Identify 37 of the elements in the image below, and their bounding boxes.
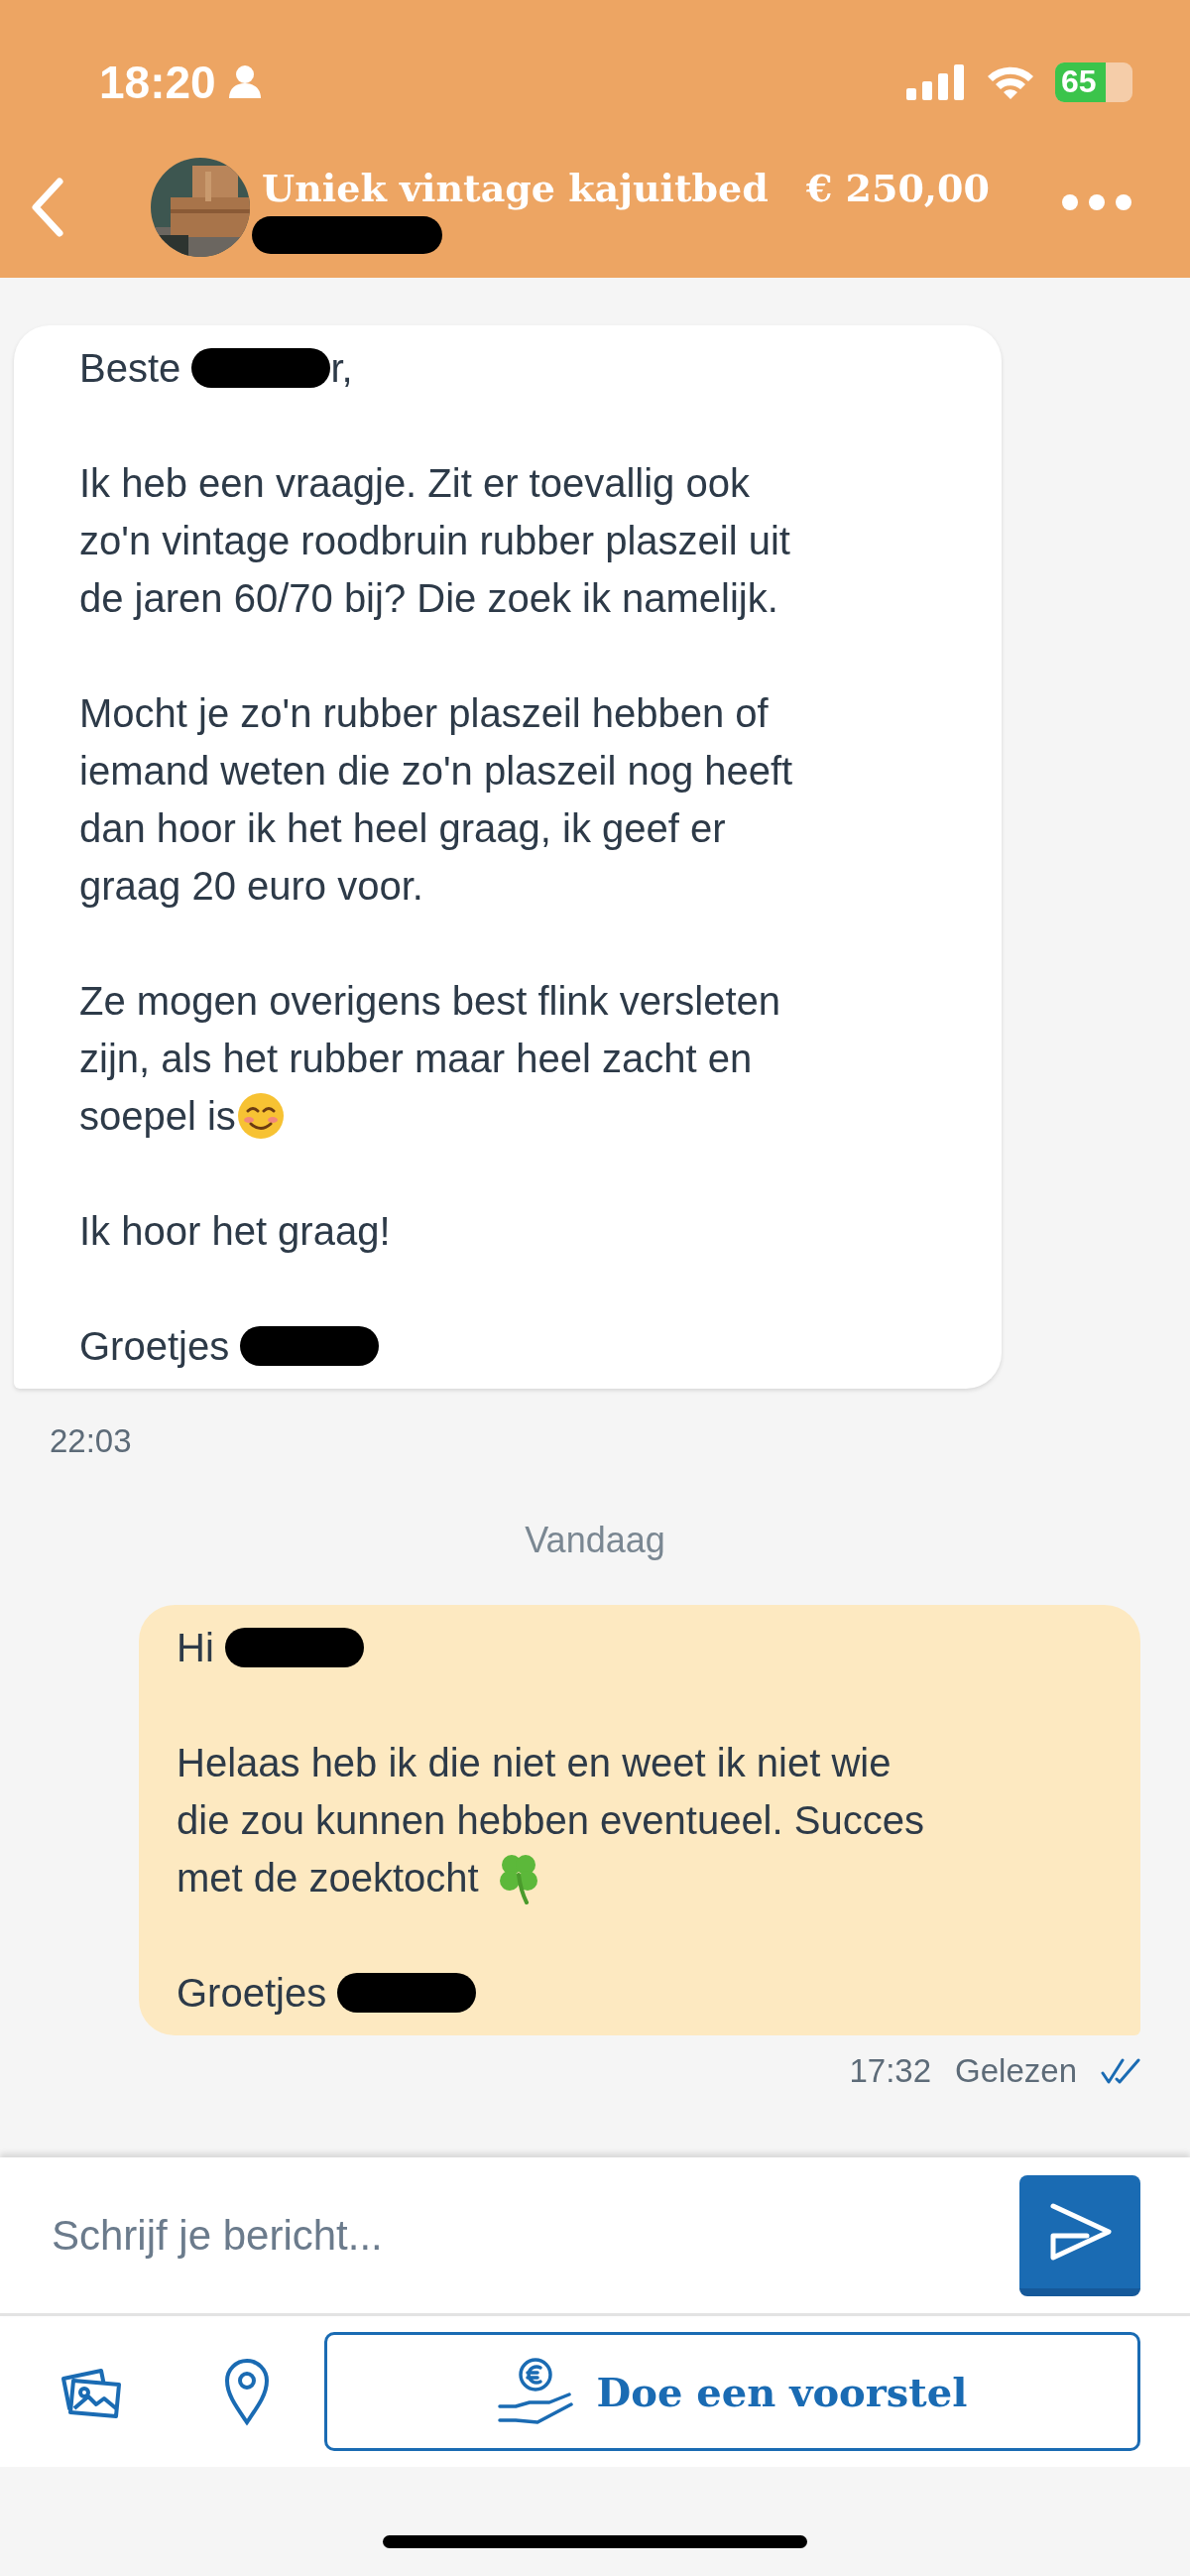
message-text: graag 20 euro voor. — [79, 863, 423, 910]
battery-level: 65 — [1055, 61, 1106, 102]
send-icon — [1047, 2201, 1113, 2262]
message-text: Groetjes — [177, 1970, 328, 2017]
status-time: 18:20 — [99, 55, 216, 109]
message-text: Ik heb een vraagje. Zit er toevallig ook — [79, 460, 750, 507]
composer-bar[interactable]: Schrijf je bericht... — [0, 2157, 1190, 2316]
person-icon — [227, 63, 262, 100]
message-text: r, — [330, 345, 353, 392]
location-pin-icon[interactable] — [224, 2357, 270, 2426]
message-text: Helaas heb ik die niet en weet ik niet wie — [177, 1740, 892, 1786]
message-text: met de zoektocht — [177, 1855, 480, 1901]
signal-icon — [906, 63, 966, 100]
smiling-face-icon — [235, 1091, 286, 1141]
message-text: dan hoor ik het heel graag, ik geef er — [79, 805, 726, 852]
message-text: Ik hoor het graag! — [79, 1208, 391, 1255]
message-time: 17:32 — [849, 2051, 932, 2091]
send-button[interactable] — [1019, 2174, 1140, 2296]
message-time: 22:03 — [50, 1421, 133, 1461]
message-text: Hi — [177, 1625, 215, 1671]
hand-coin-icon — [497, 2357, 573, 2426]
message-text: iemand weten die zo'n plaszeil nog heeft — [79, 748, 793, 795]
listing-title: Uniek vintage kajuitbed — [262, 166, 769, 210]
listing-price: € 250,00 — [805, 166, 990, 210]
read-status: Gelezen — [955, 2051, 1077, 2091]
message-text: zo'n vintage roodbruin rubber plaszeil uit — [79, 518, 790, 564]
message-text: Beste — [79, 345, 182, 392]
message-text: soepel is — [79, 1093, 236, 1140]
message-text: zijn, als het rubber maar heel zacht en — [79, 1036, 753, 1082]
message-input[interactable]: Schrijf je bericht... — [50, 2210, 1019, 2261]
date-separator: Vandaag — [525, 1520, 665, 1560]
message-text: Ze mogen overigens best flink versleten — [79, 978, 781, 1025]
offer-button[interactable]: Doe een voorstel — [324, 2332, 1140, 2451]
message-text: Groetjes — [79, 1323, 231, 1370]
message-text: de jaren 60/70 bij? Die zoek ik namelijk. — [79, 575, 778, 622]
message-text: Mocht je zo'n rubber plaszeil hebben of — [79, 690, 769, 737]
message-text: die zou kunnen hebben eventueel. Succes — [177, 1797, 924, 1844]
